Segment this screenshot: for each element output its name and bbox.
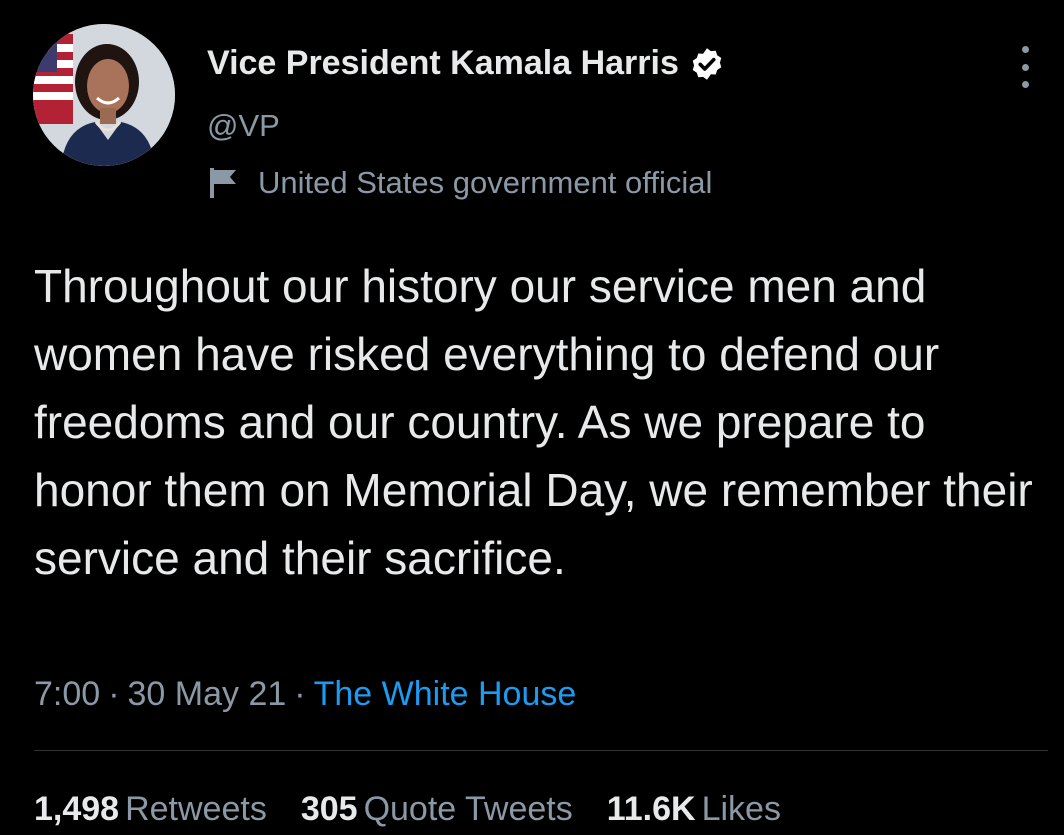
quote-tweets-label: Quote Tweets (363, 790, 573, 828)
tweet-date[interactable]: 30 May 21 (128, 675, 287, 713)
tweet-meta: 7:00 · 30 May 21 · The White House (34, 675, 576, 714)
tweet-time[interactable]: 7:00 (34, 675, 100, 713)
account-label-text: United States government official (258, 165, 713, 200)
meta-separator: · (108, 675, 120, 713)
avatar[interactable] (33, 24, 175, 166)
likes-stat[interactable]: 11.6K Likes (607, 790, 781, 829)
retweets-label: Retweets (125, 790, 267, 828)
retweets-count: 1,498 (34, 790, 120, 828)
quote-tweets-count: 305 (300, 790, 358, 828)
retweets-stat[interactable]: 1,498 Retweets (34, 790, 267, 829)
tweet-text: Throughout our history our service men a… (34, 260, 1033, 584)
more-dot-icon (1021, 63, 1029, 71)
tweet-stats: 1,498 Retweets 305 Quote Tweets 11.6K Likes (34, 790, 815, 829)
verified-badge-icon (692, 47, 722, 80)
quote-tweets-stat[interactable]: 305 Quote Tweets (301, 790, 573, 829)
avatar-image (33, 24, 175, 166)
more-options-button[interactable] (1010, 46, 1040, 88)
more-dot-icon (1021, 46, 1029, 53)
divider (34, 750, 1048, 751)
author-display-name-row[interactable]: Vice President Kamala Harris (207, 44, 725, 83)
tweet-source-link[interactable]: The White House (314, 675, 577, 713)
account-label: United States government official (210, 165, 712, 201)
author-display-name[interactable]: Vice President Kamala Harris (207, 44, 679, 83)
meta-separator: · (294, 675, 306, 713)
author-handle[interactable]: @VP (207, 108, 280, 144)
flag-icon (210, 168, 236, 198)
likes-count: 11.6K (606, 790, 696, 828)
more-dot-icon (1021, 81, 1029, 88)
likes-label: Likes (701, 790, 781, 828)
